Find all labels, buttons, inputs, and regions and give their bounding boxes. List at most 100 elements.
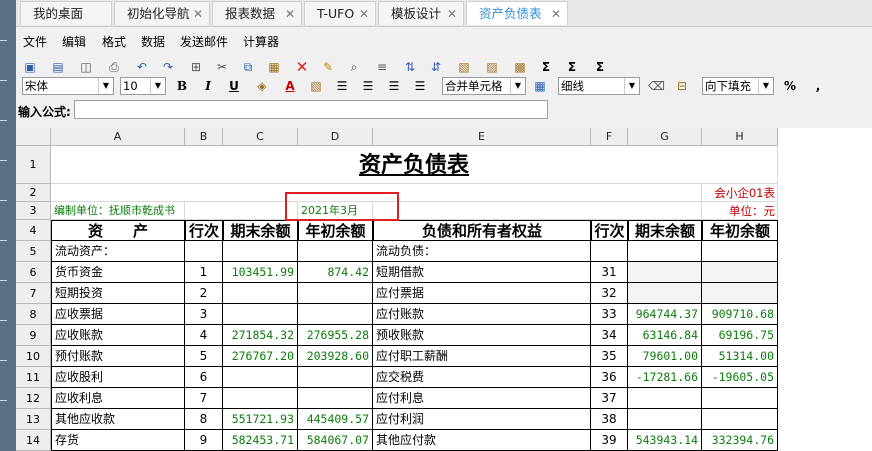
table-cell-f[interactable]: 39	[591, 430, 628, 451]
sheet-title[interactable]: 资产负债表	[51, 146, 778, 184]
col-header-b[interactable]: B	[185, 128, 223, 146]
fill-down-select[interactable]: 向下填充 ▼	[702, 77, 774, 95]
table-cell-h[interactable]	[702, 388, 778, 409]
table-cell-g[interactable]: 543943.14	[628, 430, 702, 451]
close-icon[interactable]: ✕	[193, 2, 203, 26]
table-cell-e[interactable]: 流动负债：	[373, 241, 591, 262]
table-cell-a[interactable]: 流动资产：	[51, 241, 185, 262]
table-cell-f[interactable]: 31	[591, 262, 628, 283]
row-header[interactable]: 13	[16, 409, 51, 430]
table-cell-a[interactable]: 应收票据	[51, 304, 185, 325]
table-cell-b[interactable]	[185, 241, 223, 262]
col-header-g[interactable]: G	[628, 128, 702, 146]
format-brush-icon[interactable]: ✎	[320, 59, 336, 75]
close-icon[interactable]: ✕	[285, 2, 295, 26]
table-cell-a[interactable]: 应收股利	[51, 367, 185, 388]
table-cell-a[interactable]: 预付账款	[51, 346, 185, 367]
redo-icon[interactable]: ↷	[160, 59, 176, 75]
row-header[interactable]: 4	[16, 220, 51, 241]
table-cell-b[interactable]: 3	[185, 304, 223, 325]
font-select[interactable]: 宋体 ▼	[22, 77, 114, 95]
copy-icon[interactable]: ⧉	[240, 59, 256, 75]
table-cell-g[interactable]	[628, 283, 702, 304]
row-header[interactable]: 3	[16, 202, 51, 220]
col-header-c[interactable]: C	[223, 128, 298, 146]
border-style-select[interactable]: 细线 ▼	[558, 77, 640, 95]
table-cell-c[interactable]: 582453.71	[223, 430, 298, 451]
table-cell-h[interactable]	[702, 409, 778, 430]
table-cell-c[interactable]: 103451.99	[223, 262, 298, 283]
merge-cells-select[interactable]: 合并单元格 ▼	[442, 77, 526, 95]
formula-input[interactable]	[74, 100, 548, 119]
table-cell-c[interactable]	[223, 367, 298, 388]
table-cell-c[interactable]	[223, 241, 298, 262]
table-cell-d[interactable]: 584067.07	[298, 430, 373, 451]
table-cell-b[interactable]: 6	[185, 367, 223, 388]
align-right-icon[interactable]: ☰	[386, 78, 402, 94]
col-header-f[interactable]: F	[591, 128, 628, 146]
bold-button[interactable]: B	[174, 78, 190, 94]
table-cell-h[interactable]: 69196.75	[702, 325, 778, 346]
tab-balance-sheet[interactable]: 资产负债表 ✕	[466, 1, 568, 25]
table-cell-e[interactable]: 其他应付款	[373, 430, 591, 451]
row-header[interactable]: 5	[16, 241, 51, 262]
table-cell-c[interactable]	[223, 283, 298, 304]
row-header[interactable]: 10	[16, 346, 51, 367]
table-cell-f[interactable]	[591, 241, 628, 262]
org-cell[interactable]: 编制单位：抚顺市乾成书	[51, 202, 185, 220]
align-justify-icon[interactable]: ☰	[412, 78, 428, 94]
tab-t-ufo[interactable]: T-UFO ✕	[304, 1, 376, 25]
thousands-button[interactable]: ,	[810, 78, 826, 94]
table-cell-g[interactable]: 964744.37	[628, 304, 702, 325]
close-icon[interactable]: ✕	[447, 2, 457, 26]
table-cell-c[interactable]	[223, 388, 298, 409]
font-color-button[interactable]: A	[282, 78, 298, 94]
table-cell-d[interactable]	[298, 283, 373, 304]
table-cell-g[interactable]	[628, 409, 702, 430]
form-code-cell[interactable]: 会小企01表	[702, 184, 778, 202]
row-header[interactable]: 9	[16, 325, 51, 346]
sort-asc-icon[interactable]: ⇅	[402, 59, 418, 75]
table-cell-d[interactable]: 445409.57	[298, 409, 373, 430]
table-cell-a[interactable]: 短期投资	[51, 283, 185, 304]
table-cell-b[interactable]: 1	[185, 262, 223, 283]
table-cell-a[interactable]: 货币资金	[51, 262, 185, 283]
table-cell-a[interactable]: 存货	[51, 430, 185, 451]
row-header[interactable]: 2	[16, 184, 51, 202]
header-end-balance[interactable]: 期末余额	[223, 220, 298, 241]
italic-button[interactable]: I	[200, 78, 216, 94]
table-cell-h[interactable]: -19605.05	[702, 367, 778, 388]
image-icon[interactable]: ▨	[484, 59, 500, 75]
save-icon[interactable]: ▣	[22, 59, 38, 75]
table-cell-f[interactable]: 38	[591, 409, 628, 430]
unit-cell[interactable]: 单位：元	[702, 202, 778, 220]
col-header-d[interactable]: D	[298, 128, 373, 146]
table-cell-e[interactable]: 应付账款	[373, 304, 591, 325]
sum-icon[interactable]: Σ	[538, 59, 554, 75]
table-cell-d[interactable]	[298, 304, 373, 325]
table-cell-e[interactable]: 应交税费	[373, 367, 591, 388]
header-line[interactable]: 行次	[185, 220, 223, 241]
table-cell-b[interactable]: 4	[185, 325, 223, 346]
table-cell-e[interactable]: 应付票据	[373, 283, 591, 304]
table-cell-d[interactable]	[298, 388, 373, 409]
table-cell-g[interactable]: -17281.66	[628, 367, 702, 388]
corner-cell[interactable]	[16, 128, 51, 146]
background-icon[interactable]: ▧	[308, 78, 324, 94]
row-header[interactable]: 11	[16, 367, 51, 388]
table-cell-g[interactable]	[628, 262, 702, 283]
table-cell-b[interactable]: 7	[185, 388, 223, 409]
col-header-h[interactable]: H	[702, 128, 778, 146]
table-cell-a[interactable]: 应收账款	[51, 325, 185, 346]
eraser-icon[interactable]: ⌫	[648, 78, 665, 94]
table-cell-f[interactable]: 37	[591, 388, 628, 409]
cut-icon[interactable]: ✂	[214, 59, 230, 75]
table-cell-f[interactable]: 35	[591, 346, 628, 367]
col-header-a[interactable]: A	[51, 128, 185, 146]
table-cell-e[interactable]: 短期借款	[373, 262, 591, 283]
table-cell-h[interactable]	[702, 241, 778, 262]
table-cell-a[interactable]: 应收利息	[51, 388, 185, 409]
sum-all-icon[interactable]: Σ	[564, 59, 580, 75]
cell[interactable]	[185, 202, 298, 220]
table-cell-h[interactable]	[702, 283, 778, 304]
